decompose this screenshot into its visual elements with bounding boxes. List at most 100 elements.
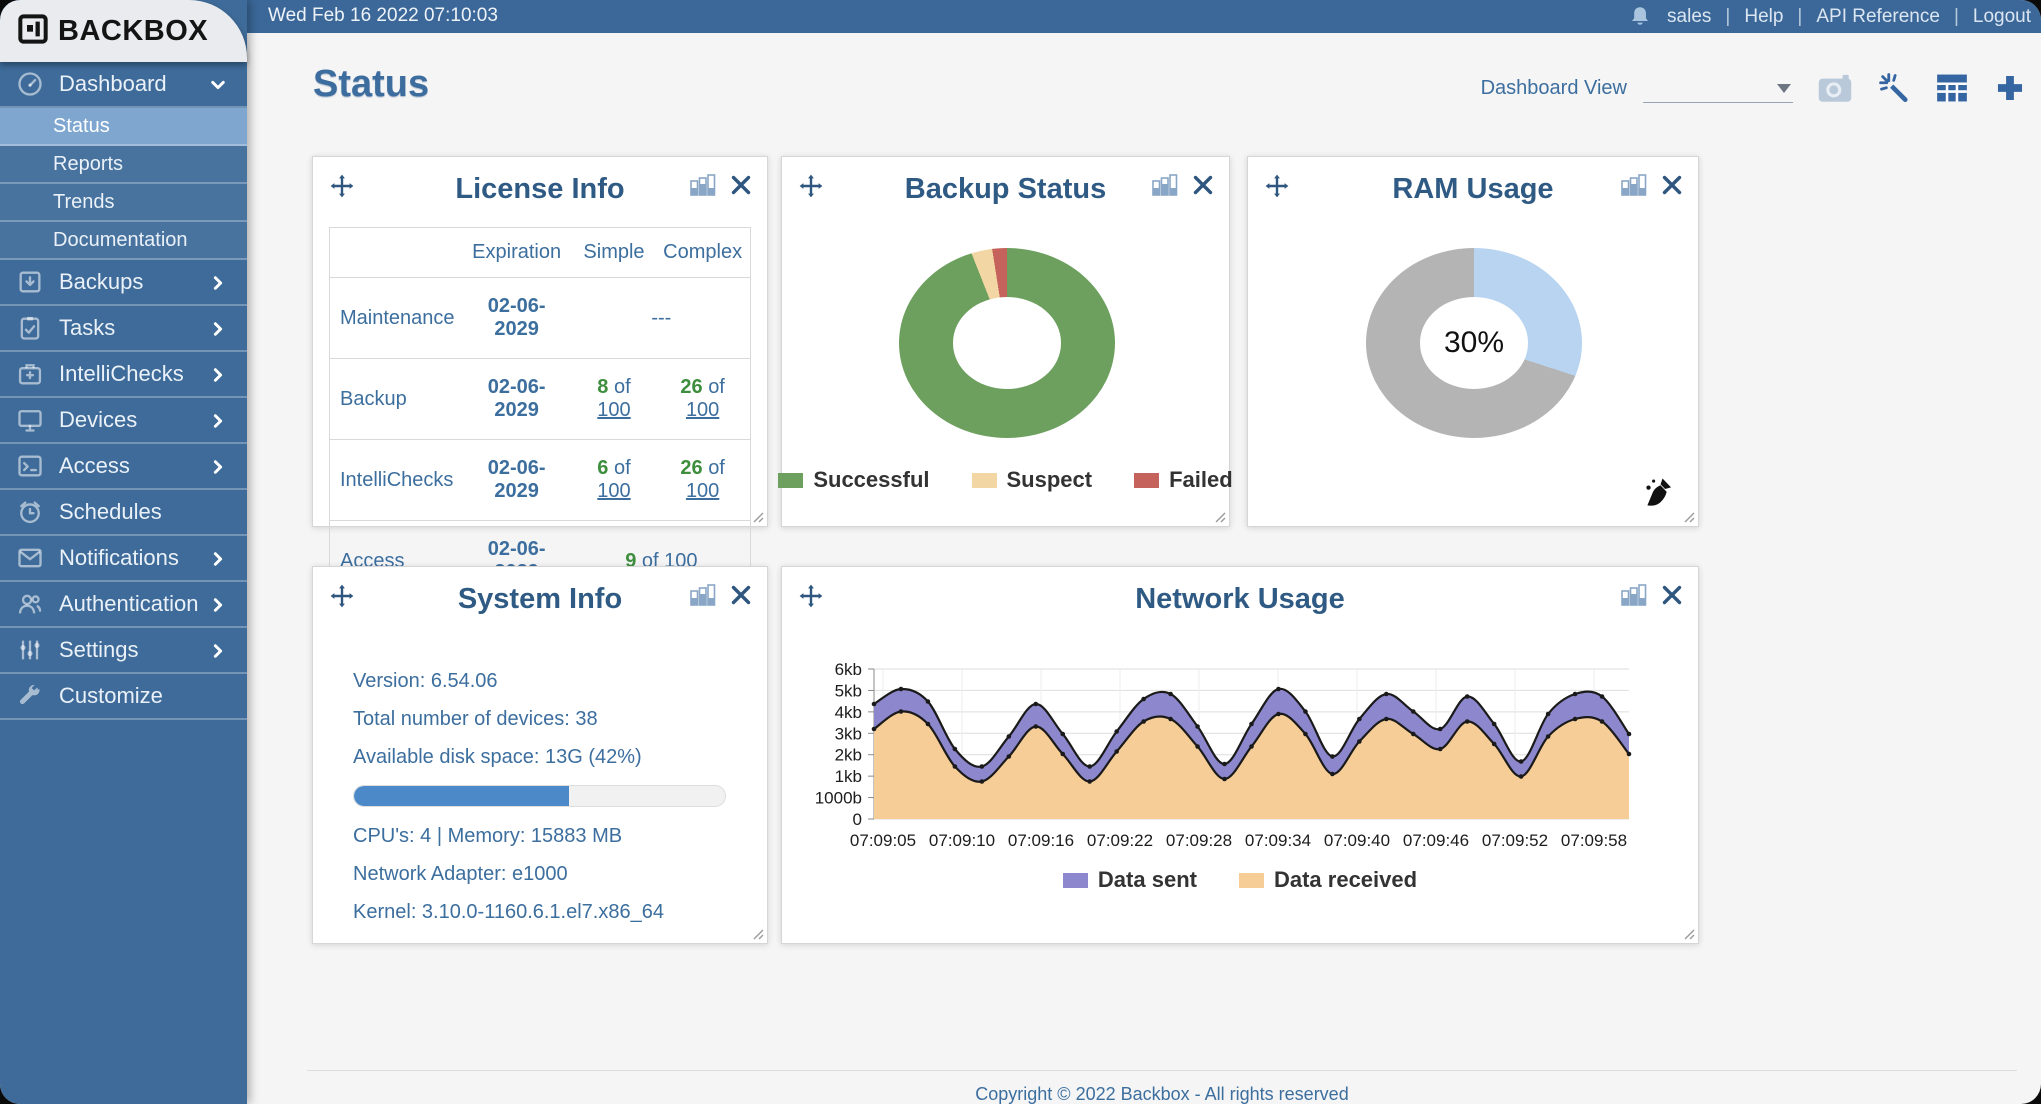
- wrench-icon: [15, 681, 45, 711]
- failed-swatch: [1134, 473, 1159, 488]
- sidebar: BACKBOX Dashboard Status Reports: [0, 0, 247, 1104]
- logout-link[interactable]: Logout: [1973, 6, 2031, 28]
- logo-text: BACKBOX: [58, 15, 208, 48]
- select-caret-icon: [1777, 84, 1791, 93]
- dashboard-view-select[interactable]: [1643, 73, 1793, 103]
- svg-text:3kb: 3kb: [835, 724, 862, 743]
- resize-handle[interactable]: [750, 509, 764, 523]
- table-row: IntelliChecks 02-06-2029 6 of 100 26 of …: [330, 440, 751, 521]
- widget-title: Network Usage: [782, 583, 1698, 616]
- sidebar-item-documentation[interactable]: Documentation: [0, 222, 247, 260]
- backup-status-donut-chart[interactable]: [899, 248, 1115, 438]
- svg-text:07:09:34: 07:09:34: [1245, 831, 1311, 850]
- license-table: Expiration Simple Complex Maintenance 02…: [329, 227, 751, 602]
- backup-status-legend: Successful Suspect Failed: [782, 467, 1229, 493]
- table-row: Maintenance 02-06-2029 ---: [330, 278, 751, 359]
- close-icon[interactable]: [729, 173, 753, 197]
- svg-text:1kb: 1kb: [835, 767, 862, 786]
- bar-chart-icon[interactable]: [1151, 173, 1179, 197]
- svg-text:2kb: 2kb: [835, 746, 862, 765]
- users-icon: [15, 589, 45, 619]
- svg-text:07:09:16: 07:09:16: [1008, 831, 1074, 850]
- sidebar-item-access[interactable]: Access: [0, 444, 247, 490]
- sidebar-item-backups[interactable]: Backups: [0, 260, 247, 306]
- system-cpu-memory: CPU's: 4 | Memory: 15883 MB: [353, 826, 727, 846]
- sidebar-item-authentication[interactable]: Authentication: [0, 582, 247, 628]
- table-grid-icon[interactable]: [1935, 72, 1969, 104]
- sidebar-item-tasks[interactable]: Tasks: [0, 306, 247, 352]
- system-info-widget: System Info Version: 6.54.06 Total numbe…: [312, 566, 768, 944]
- sidebar-item-dashboard[interactable]: Dashboard: [0, 62, 247, 108]
- help-link[interactable]: Help: [1744, 6, 1783, 28]
- chevron-right-icon: [209, 364, 229, 384]
- close-icon[interactable]: [729, 583, 753, 607]
- alarm-clock-icon: [15, 497, 45, 527]
- svg-text:07:09:05: 07:09:05: [850, 831, 916, 850]
- clipboard-check-icon: [15, 313, 45, 343]
- logo: BACKBOX: [0, 0, 247, 62]
- sidebar-item-settings[interactable]: Settings: [0, 628, 247, 674]
- user-label[interactable]: sales: [1667, 6, 1711, 28]
- sidebar-item-schedules[interactable]: Schedules: [0, 490, 247, 536]
- network-usage-area-chart[interactable]: 6kb5kb4kb3kb2kb1kb1000b007:09:0507:09:10…: [782, 627, 1698, 867]
- svg-text:1000b: 1000b: [815, 789, 862, 808]
- svg-text:5kb: 5kb: [835, 681, 862, 700]
- sidebar-item-intellichecks[interactable]: IntelliChecks: [0, 352, 247, 398]
- sidebar-item-devices[interactable]: Devices: [0, 398, 247, 444]
- ram-usage-donut-chart[interactable]: 30%: [1366, 248, 1582, 438]
- license-total-link[interactable]: 100: [686, 480, 719, 502]
- add-widget-plus-icon[interactable]: [1993, 71, 2027, 105]
- close-icon[interactable]: [1660, 173, 1684, 197]
- resize-handle[interactable]: [1681, 926, 1695, 940]
- svg-text:6kb: 6kb: [835, 660, 862, 679]
- table-row: Backup 02-06-2029 8 of 100 26 of 100: [330, 359, 751, 440]
- sidebar-item-customize[interactable]: Customize: [0, 674, 247, 720]
- svg-text:07:09:28: 07:09:28: [1166, 831, 1232, 850]
- sidebar-item-status[interactable]: Status: [0, 108, 247, 146]
- clean-broom-icon[interactable]: [1642, 474, 1676, 512]
- system-kernel: Kernel: 3.10.0-1160.6.1.el7.x86_64: [353, 902, 727, 922]
- resize-handle[interactable]: [1681, 509, 1695, 523]
- bar-chart-icon[interactable]: [689, 173, 717, 197]
- sidebar-item-reports[interactable]: Reports: [0, 146, 247, 184]
- resize-handle[interactable]: [1212, 509, 1226, 523]
- svg-text:07:09:10: 07:09:10: [929, 831, 995, 850]
- dashboard-submenu: Status Reports Trends Documentation: [0, 108, 247, 260]
- data-sent-swatch: [1063, 873, 1088, 888]
- backup-status-widget: Backup Status Successful Suspect Failed: [781, 156, 1230, 527]
- app-window: Wed Feb 16 2022 07:10:03 sales | Help | …: [0, 0, 2041, 1104]
- close-icon[interactable]: [1191, 173, 1215, 197]
- gauge-icon: [15, 69, 45, 99]
- bar-chart-icon[interactable]: [689, 583, 717, 607]
- license-total-link[interactable]: 100: [597, 399, 630, 421]
- chevron-right-icon: [209, 594, 229, 614]
- bar-chart-icon[interactable]: [1620, 173, 1648, 197]
- system-disk-space: Available disk space: 13G (42%): [353, 747, 727, 767]
- svg-text:07:09:52: 07:09:52: [1482, 831, 1548, 850]
- sidebar-nav: Dashboard Status Reports Trends Document…: [0, 62, 247, 720]
- ram-usage-value: 30%: [1444, 326, 1504, 360]
- license-total-link[interactable]: 100: [597, 480, 630, 502]
- api-reference-link[interactable]: API Reference: [1816, 6, 1940, 28]
- system-network-adapter: Network Adapter: e1000: [353, 864, 727, 884]
- screenshot-camera-icon[interactable]: [1817, 73, 1853, 103]
- envelope-icon: [15, 543, 45, 573]
- resize-handle[interactable]: [750, 926, 764, 940]
- topbar: Wed Feb 16 2022 07:10:03 sales | Help | …: [0, 0, 2041, 33]
- backbox-logo-icon: [17, 13, 49, 50]
- monitor-icon: [15, 405, 45, 435]
- license-total-link[interactable]: 100: [686, 399, 719, 421]
- suspect-swatch: [972, 473, 997, 488]
- disk-usage-fill: [354, 786, 569, 806]
- sidebar-item-trends[interactable]: Trends: [0, 184, 247, 222]
- close-icon[interactable]: [1660, 583, 1684, 607]
- svg-text:07:09:22: 07:09:22: [1087, 831, 1153, 850]
- datetime-label: Wed Feb 16 2022 07:10:03: [268, 5, 498, 27]
- sidebar-item-notifications[interactable]: Notifications: [0, 536, 247, 582]
- magic-wand-icon[interactable]: [1877, 71, 1911, 105]
- bell-icon[interactable]: [1627, 4, 1653, 30]
- bar-chart-icon[interactable]: [1620, 583, 1648, 607]
- chevron-right-icon: [209, 456, 229, 476]
- chevron-right-icon: [209, 548, 229, 568]
- sliders-icon: [15, 635, 45, 665]
